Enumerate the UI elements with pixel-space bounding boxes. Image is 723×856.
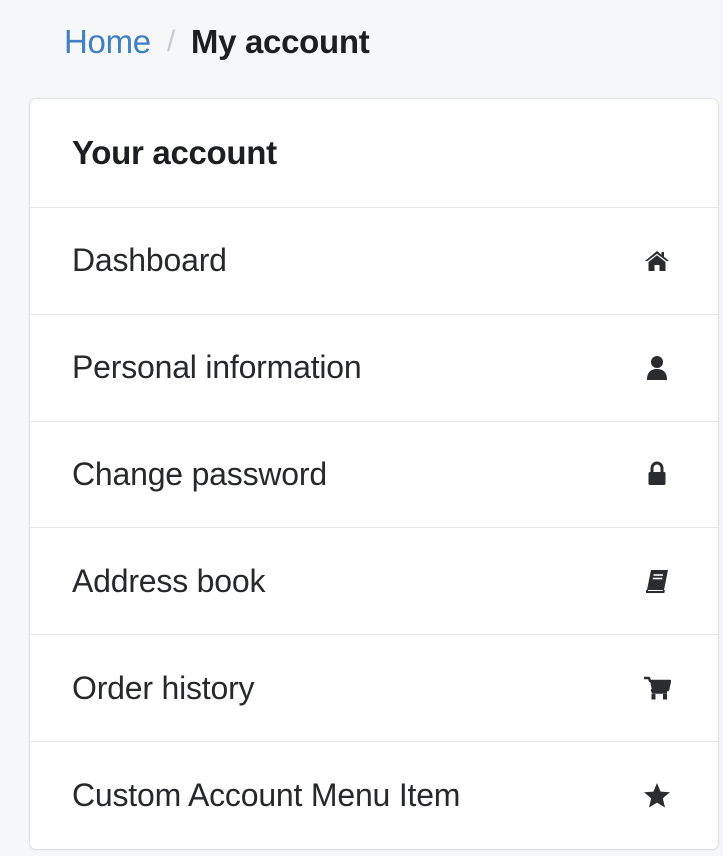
menu-item-label: Dashboard — [72, 242, 227, 279]
lock-icon — [642, 459, 672, 489]
home-icon — [642, 246, 672, 276]
menu-item-custom-account-menu-item[interactable]: Custom Account Menu Item — [30, 742, 718, 849]
menu-item-change-password[interactable]: Change password — [30, 422, 718, 529]
menu-item-label: Custom Account Menu Item — [72, 776, 461, 813]
breadcrumb: Home / My account — [64, 18, 370, 66]
menu-item-label: Personal information — [72, 349, 362, 386]
user-icon — [642, 353, 672, 383]
account-menu-card: Your account Dashboard Personal informat… — [29, 98, 719, 850]
menu-item-address-book[interactable]: Address book — [30, 528, 718, 636]
breadcrumb-current: My account — [190, 23, 370, 60]
cart-icon — [642, 673, 672, 703]
account-menu-header: Your account — [30, 99, 718, 208]
breadcrumb-home-link[interactable]: Home — [64, 23, 151, 61]
menu-item-label: Address book — [72, 562, 266, 599]
book-icon — [642, 566, 672, 596]
menu-item-order-history[interactable]: Order history — [30, 635, 718, 742]
menu-item-label: Change password — [72, 455, 327, 492]
menu-item-dashboard[interactable]: Dashboard — [30, 208, 718, 315]
star-icon — [642, 780, 672, 810]
menu-item-personal-information[interactable]: Personal information — [30, 315, 718, 422]
menu-item-label: Order history — [72, 669, 255, 706]
account-menu-list: Dashboard Personal information Change pa… — [30, 208, 718, 849]
breadcrumb-separator: / — [166, 25, 175, 58]
